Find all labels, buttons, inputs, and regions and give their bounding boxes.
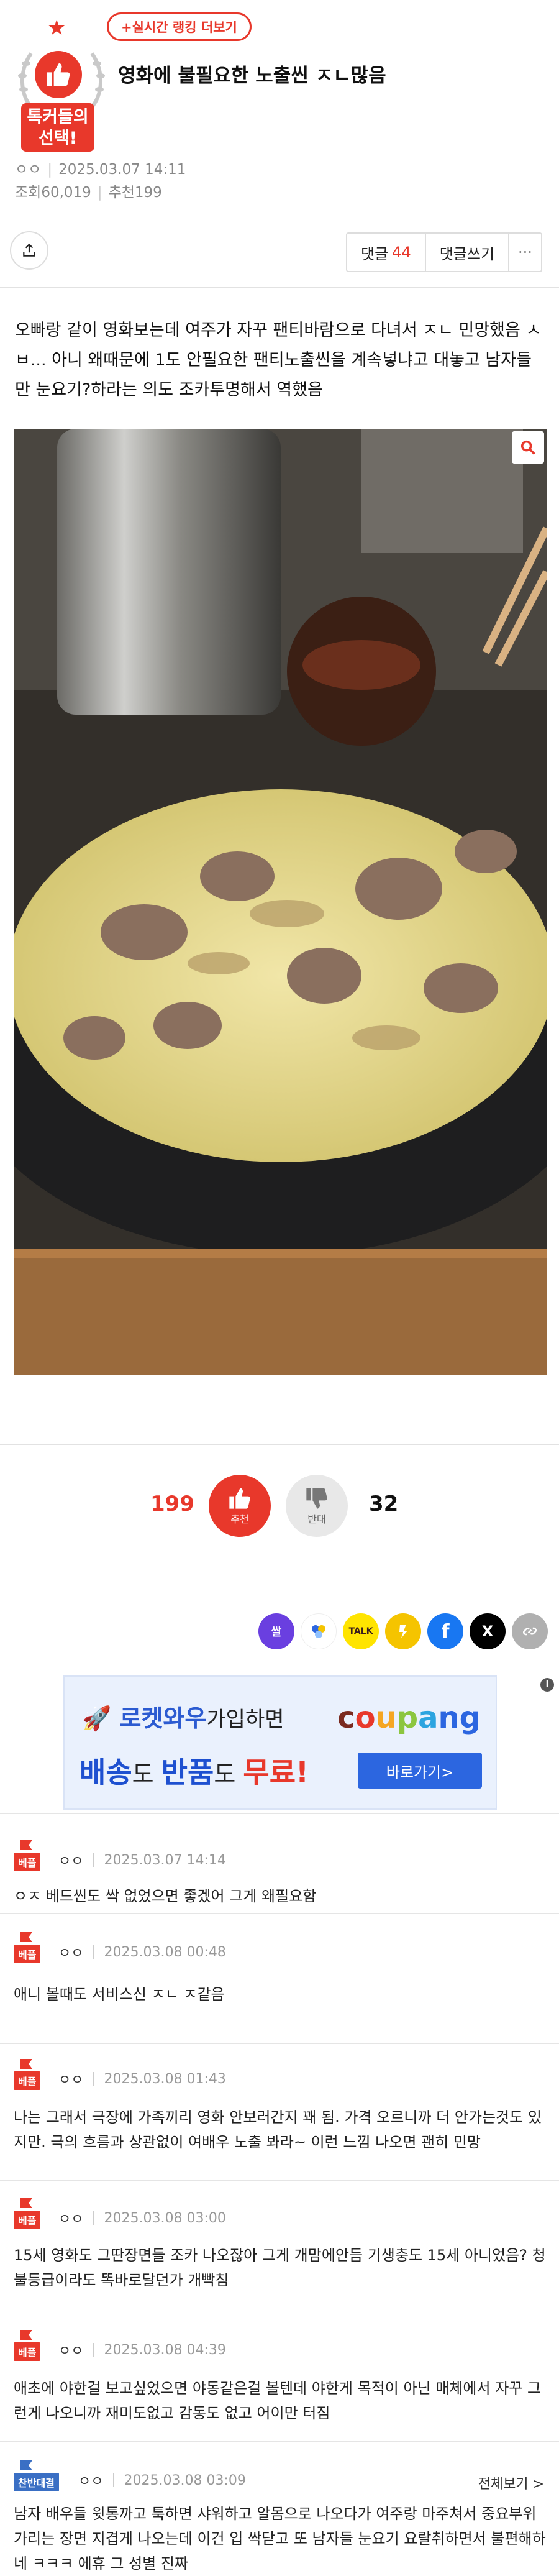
best-comment-badge: 베플	[14, 1932, 47, 1963]
realtime-ranking-link[interactable]: +실시간 랭킹 더보기	[107, 12, 252, 41]
post-action-buttons: 댓글 44 댓글쓰기 ···	[346, 232, 542, 272]
view-all-link[interactable]: 전체보기 >	[478, 2473, 544, 2493]
share-button[interactable]	[10, 231, 48, 270]
views-count: 60,019	[41, 185, 91, 201]
comment-date: 2025.03.08 04:39	[104, 2342, 226, 2358]
share-icon	[23, 243, 35, 257]
author-name[interactable]: ㅇㅇ	[15, 162, 41, 178]
views-label: 조회	[15, 185, 42, 201]
comment-text: ㅇㅈ 베드씬도 싹 없었으면 좋겠어 그게 왜필요함	[14, 1887, 317, 1905]
thumbs-down-icon	[306, 1488, 327, 1509]
comment-date: 2025.03.08 03:00	[104, 2210, 226, 2226]
comment-count-button[interactable]: 댓글 44	[347, 234, 426, 271]
comment-item: 베플 ㅇㅇ 2025.03.08 04:39 애초에 야한걸 보고싶었으면 야동같…	[0, 2311, 559, 2441]
opposite-best-badge: 찬반대결	[14, 2460, 67, 2491]
downvote-button[interactable]: 반대	[286, 1475, 348, 1537]
say-icon[interactable]: 쌀	[258, 1613, 294, 1649]
comment-author[interactable]: ㅇㅇ	[58, 2208, 83, 2228]
facebook-icon[interactable]: f	[427, 1613, 463, 1649]
coupang-logo: coupang	[337, 1700, 481, 1735]
comment-label: 댓글	[361, 245, 389, 263]
thumbs-up-icon	[229, 1488, 250, 1509]
comment-text: 15세 영화도 그딴장면들 조카 나오잖아 그게 개맘에안듬 기생충도 15세 …	[14, 2247, 546, 2289]
write-comment-button[interactable]: 댓글쓰기	[426, 234, 510, 271]
divider	[0, 1444, 559, 1445]
comment-author[interactable]: ㅇㅇ	[58, 1850, 83, 1870]
upvote-count: 199	[150, 1492, 194, 1516]
comment-text: 나는 그래서 극장에 가족끼리 영화 안보러간지 꽤 됨. 가격 오르니까 더 …	[14, 2109, 542, 2151]
coupang-ad-banner[interactable]: 🚀 로켓와우가입하면 배송도 반품도 무료! coupang 바로가기>	[63, 1675, 497, 1810]
post-image[interactable]	[14, 429, 547, 1375]
post-meta-stats: 조회60,019 | 추천199	[15, 185, 162, 201]
post-body: 오빠랑 같이 영화보는데 여주가 자꾸 팬티바람으로 다녀서 ㅈㄴ 민망했음 ㅅ…	[15, 321, 542, 400]
comment-author[interactable]: ㅇㅇ	[58, 2340, 83, 2360]
upvote-label: 추천	[230, 1513, 249, 1525]
best-comment-badge: 베플	[14, 2059, 47, 2090]
ad-subheadline: 배송도 반품도 무료!	[80, 1756, 309, 1789]
comment-author[interactable]: ㅇㅇ	[78, 2470, 103, 2490]
comment-date: 2025.03.08 00:48	[104, 1944, 226, 1960]
thumbs-up-icon	[35, 51, 82, 98]
ad-headline: 🚀 로켓와우가입하면	[82, 1705, 284, 1732]
post-header: ★ 톡커들의 선택! +실시간 랭킹 더보기 영화에 불필요한 노출씬 ㅈㄴ많음…	[0, 0, 559, 178]
comment-count: 44	[392, 244, 411, 261]
more-options-button[interactable]: ···	[509, 234, 541, 271]
recommend-label: 추천	[108, 185, 135, 201]
downvote-label: 반대	[307, 1513, 326, 1525]
link-icon[interactable]	[512, 1613, 548, 1649]
dots-icon[interactable]	[301, 1613, 337, 1649]
post-datetime: 2025.03.07 14:11	[58, 162, 186, 178]
comment-date: 2025.03.08 03:09	[124, 2472, 246, 2488]
best-comment-badge: 베플	[14, 1840, 47, 1871]
comment-item: 베플 ㅇㅇ 2025.03.08 01:43 나는 그래서 극장에 가족끼리 영화…	[0, 2043, 559, 2180]
downvote-count: 32	[369, 1492, 399, 1516]
post-meta-author: ㅇㅇ | 2025.03.07 14:11	[15, 162, 186, 178]
comment-author[interactable]: ㅇㅇ	[58, 2069, 83, 2089]
kakaostory-icon[interactable]	[385, 1613, 421, 1649]
comment-author[interactable]: ㅇㅇ	[58, 1942, 83, 1962]
comment-text: 남자 배우들 윗통까고 툭하면 샤워하고 알몸으로 나오다가 여주랑 마주쳐서 …	[14, 2505, 546, 2572]
toker-pick-label: 톡커들의 선택!	[21, 103, 94, 152]
food-photo	[14, 429, 547, 1375]
comment-item: 베플 ㅇㅇ 2025.03.08 00:48 애니 볼때도 서비스신 ㅈㄴ ㅈ같음	[0, 1913, 559, 2043]
best-comment-badge: 베플	[14, 2198, 47, 2229]
comment-text: 애초에 야한걸 보고싶었으면 야동같은걸 볼텐데 야한게 목적이 아닌 매체에서…	[14, 2380, 542, 2422]
star-icon: ★	[47, 16, 66, 40]
talk-icon[interactable]: TALK	[343, 1613, 379, 1649]
recommend-count: 199	[134, 185, 162, 201]
comment-date: 2025.03.08 01:43	[104, 2071, 226, 2087]
zoom-button[interactable]	[512, 431, 544, 464]
divider	[0, 287, 559, 288]
ad-info-icon[interactable]: i	[540, 1678, 554, 1692]
sns-share-bar: 쌀 TALK f X	[258, 1613, 548, 1649]
comment-item: 베플 ㅇㅇ 2025.03.07 14:14 ㅇㅈ 베드씬도 싹 없었으면 좋겠어…	[0, 1813, 559, 1913]
search-icon	[520, 440, 535, 455]
comment-text: 애니 볼때도 서비스신 ㅈㄴ ㅈ같음	[14, 1986, 225, 2003]
toker-pick-badge: ★ 톡커들의 선택!	[11, 12, 105, 155]
ad-go-button[interactable]: 바로가기>	[358, 1753, 482, 1789]
comment-item: 베플 ㅇㅇ 2025.03.08 03:00 15세 영화도 그딴장면들 조카 나…	[0, 2180, 559, 2311]
best-comment-badge: 베플	[14, 2330, 47, 2361]
comment-item: 찬반대결 ㅇㅇ 2025.03.08 03:09 전체보기 > 남자 배우들 윗통…	[0, 2441, 559, 2575]
upvote-button[interactable]: 추천	[209, 1475, 271, 1537]
x-icon[interactable]: X	[470, 1613, 506, 1649]
post-title: 영화에 불필요한 노출씬 ㅈㄴ많음	[118, 65, 386, 87]
comment-date: 2025.03.07 14:14	[104, 1852, 226, 1868]
